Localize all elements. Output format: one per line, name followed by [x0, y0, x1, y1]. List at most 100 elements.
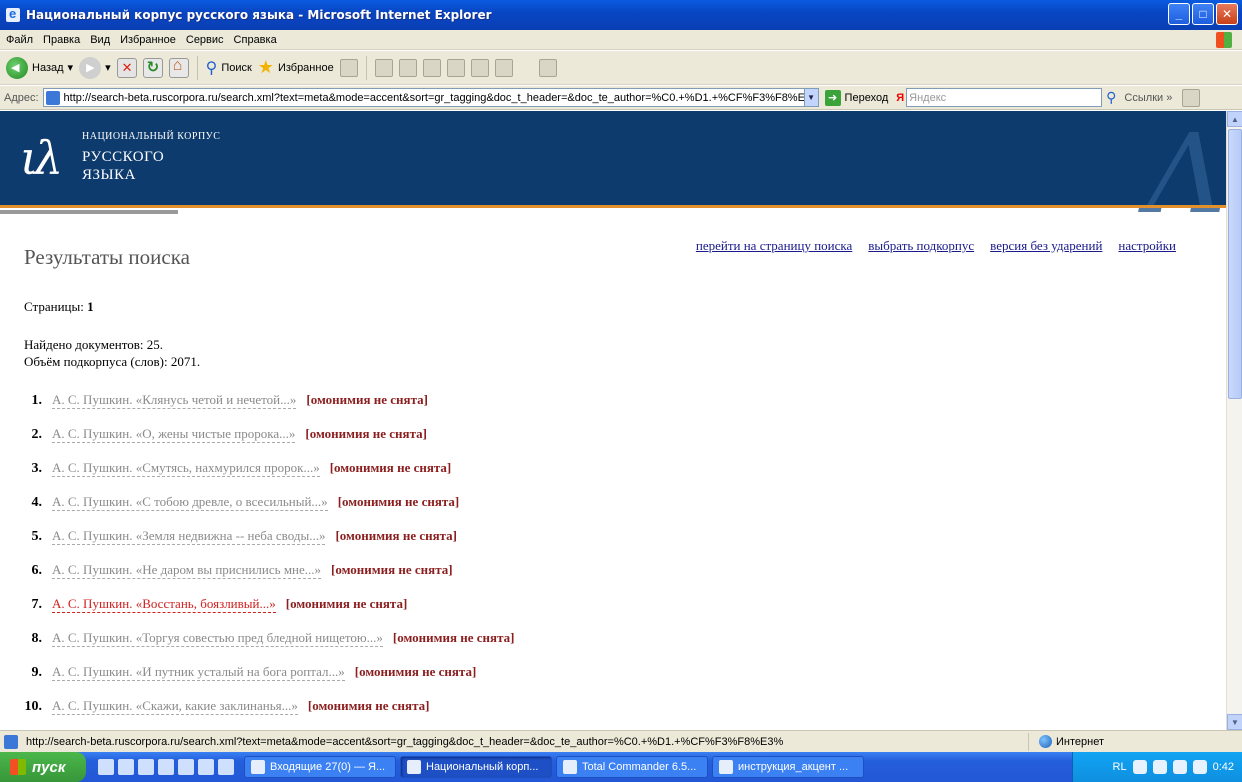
corpus-logo-icon[interactable]: ιλ — [20, 131, 63, 185]
result-document-link[interactable]: А. С. Пушкин. «С тобою древле, о всесиль… — [52, 494, 328, 511]
status-url-text: http://search-beta.ruscorpora.ru/search.… — [26, 735, 784, 748]
page-icon — [4, 734, 18, 749]
result-document-link[interactable]: А. С. Пушкин. «И путник усталый на бога … — [52, 664, 345, 681]
system-tray: RL 0:42 — [1072, 752, 1242, 782]
link-settings[interactable]: настройки — [1118, 238, 1176, 254]
result-item: 8. А. С. Пушкин. «Торгуя совестью пред бл… — [24, 630, 514, 664]
tray-icon[interactable] — [1132, 760, 1147, 774]
results-summary: Найдено документов: 25. Объём подкорпуса… — [24, 336, 200, 370]
chevron-down-icon[interactable]: ▾ — [68, 61, 74, 74]
quicklaunch-icon[interactable] — [158, 759, 174, 775]
taskbar-button[interactable]: Total Commander 6.5... — [556, 756, 708, 778]
book-icon[interactable] — [494, 58, 513, 77]
quicklaunch-icon[interactable] — [218, 759, 234, 775]
favorites-label: Избранное — [277, 61, 334, 74]
refresh-icon[interactable] — [142, 57, 163, 78]
homonymy-note[interactable]: [омонимия не снята] — [331, 562, 453, 578]
site-logo-text[interactable]: НАЦИОНАЛЬНЫЙ КОРПУС РУССКОГО ЯЗЫКА — [82, 131, 220, 184]
result-document-link[interactable]: А. С. Пушкин. «Земля недвижна -- неба св… — [52, 528, 326, 545]
maximize-button[interactable]: □ — [1192, 3, 1214, 25]
homonymy-note[interactable]: [омонимия не снята] — [286, 596, 408, 612]
result-document-link[interactable]: А. С. Пушкин. «Торгуя совестью пред блед… — [52, 630, 383, 647]
link-search-page[interactable]: перейти на страницу поиска — [696, 238, 852, 254]
quicklaunch-icon[interactable] — [198, 759, 214, 775]
minimize-button[interactable]: _ — [1168, 3, 1190, 25]
back-label: Назад — [32, 61, 64, 74]
homonymy-note[interactable]: [омонимия не снята] — [308, 698, 430, 714]
result-document-link[interactable]: А. С. Пушкин. «Не даром вы приснились мн… — [52, 562, 322, 579]
back-button[interactable]: Назад ▾ — [6, 56, 74, 79]
toolbar-separator — [365, 55, 367, 80]
taskbar-button[interactable]: Национальный корп... — [400, 756, 552, 778]
result-item: 10. А. С. Пушкин. «Скажи, какие заклинань… — [24, 698, 514, 730]
go-button[interactable]: ➜ Переход — [824, 89, 888, 106]
quicklaunch-icon[interactable] — [98, 759, 114, 775]
result-document-link[interactable]: А. С. Пушкин. «Смутясь, нахмурился проро… — [52, 460, 320, 477]
tray-icon[interactable] — [1192, 760, 1207, 774]
mail-icon[interactable] — [374, 58, 393, 77]
address-bar: Адрес: http://search-beta.ruscorpora.ru/… — [0, 86, 1242, 110]
favorites-button[interactable]: ★ Избранное — [258, 57, 334, 78]
menu-file[interactable]: Файл — [6, 34, 33, 46]
search-button[interactable]: ⚲ Поиск — [206, 58, 252, 78]
page-number[interactable]: 1 — [87, 299, 94, 314]
link-select-subcorpus[interactable]: выбрать подкорпус — [868, 238, 974, 254]
taskbar-button-label: Входящие 27(0) — Я... — [270, 761, 386, 773]
result-item: 6. А. С. Пушкин. «Не даром вы приснились … — [24, 562, 514, 596]
result-document-link[interactable]: А. С. Пушкин. «Клянусь четой и нечетой..… — [52, 392, 297, 409]
taskbar-button-label: инструкция_акцент ... — [738, 761, 849, 773]
scroll-up-icon[interactable]: ▲ — [1227, 111, 1242, 127]
menu-favorites[interactable]: Избранное — [120, 34, 176, 46]
address-input[interactable]: http://search-beta.ruscorpora.ru/search.… — [42, 88, 819, 107]
network-icon[interactable] — [1172, 760, 1187, 774]
start-button[interactable]: пуск — [0, 752, 86, 782]
quicklaunch-icon[interactable] — [178, 759, 194, 775]
homonymy-note[interactable]: [омонимия не снята] — [305, 426, 427, 442]
app-icon — [563, 760, 577, 774]
result-number: 5. — [31, 529, 43, 544]
homonymy-note[interactable]: [омонимия не снята] — [306, 392, 428, 408]
app-icon — [407, 760, 421, 774]
result-document-link[interactable]: А. С. Пушкин. «Восстань, боязливый...» — [52, 596, 276, 613]
address-dropdown-icon[interactable]: ▼ — [803, 89, 818, 106]
forward-button[interactable]: ▾ — [79, 56, 111, 79]
menu-view[interactable]: Вид — [90, 34, 110, 46]
taskbar-button[interactable]: инструкция_акцент ... — [712, 756, 864, 778]
homonymy-note[interactable]: [омонимия не снята] — [330, 460, 452, 476]
homonymy-note[interactable]: [омонимия не снята] — [335, 528, 457, 544]
menu-tools[interactable]: Сервис — [186, 34, 224, 46]
homonymy-note[interactable]: [омонимия не снята] — [338, 494, 460, 510]
messenger-icon[interactable] — [538, 58, 557, 77]
result-document-link[interactable]: А. С. Пушкин. «Скажи, какие заклинанья..… — [52, 698, 298, 715]
volume-icon[interactable] — [1152, 760, 1167, 774]
chevron-down-icon[interactable]: ▾ — [105, 61, 111, 74]
edit-word-icon[interactable] — [422, 58, 441, 77]
link-no-accent-version[interactable]: версия без ударений — [990, 238, 1102, 254]
result-document-link[interactable]: А. С. Пушкин. «О, жены чистые пророка...… — [52, 426, 296, 443]
quicklaunch-icon[interactable] — [138, 759, 154, 775]
language-indicator[interactable]: RL — [1113, 761, 1127, 773]
result-number: 4. — [31, 495, 43, 510]
print-icon[interactable] — [398, 58, 417, 77]
history-icon[interactable] — [339, 58, 358, 77]
folder-icon[interactable] — [446, 58, 465, 77]
browser-toolbar: Назад ▾ ▾ ⚲ Поиск ★ Избранное — [0, 51, 1242, 85]
yandex-search-input[interactable]: Яндекс — [906, 88, 1103, 107]
scroll-down-icon[interactable]: ▼ — [1227, 714, 1242, 730]
taskbar-button[interactable]: Входящие 27(0) — Я... — [244, 756, 396, 778]
k-app-icon[interactable] — [470, 58, 489, 77]
status-bar: http://search-beta.ruscorpora.ru/search.… — [0, 730, 1242, 752]
menu-edit[interactable]: Правка — [43, 34, 80, 46]
search-icon[interactable]: ⚲ — [1106, 89, 1116, 106]
vertical-scrollbar[interactable]: ▲ ▼ — [1226, 111, 1242, 730]
homonymy-note[interactable]: [омонимия не снята] — [393, 630, 515, 646]
stop-icon[interactable] — [116, 57, 137, 78]
translate-icon[interactable] — [1182, 88, 1201, 107]
home-icon[interactable] — [168, 57, 189, 78]
menu-help[interactable]: Справка — [234, 34, 277, 46]
close-button[interactable]: ✕ — [1216, 3, 1238, 25]
quicklaunch-icon[interactable] — [118, 759, 134, 775]
scroll-thumb[interactable] — [1228, 129, 1242, 399]
links-button[interactable]: Ссылки » — [1124, 92, 1172, 104]
homonymy-note[interactable]: [омонимия не снята] — [355, 664, 477, 680]
